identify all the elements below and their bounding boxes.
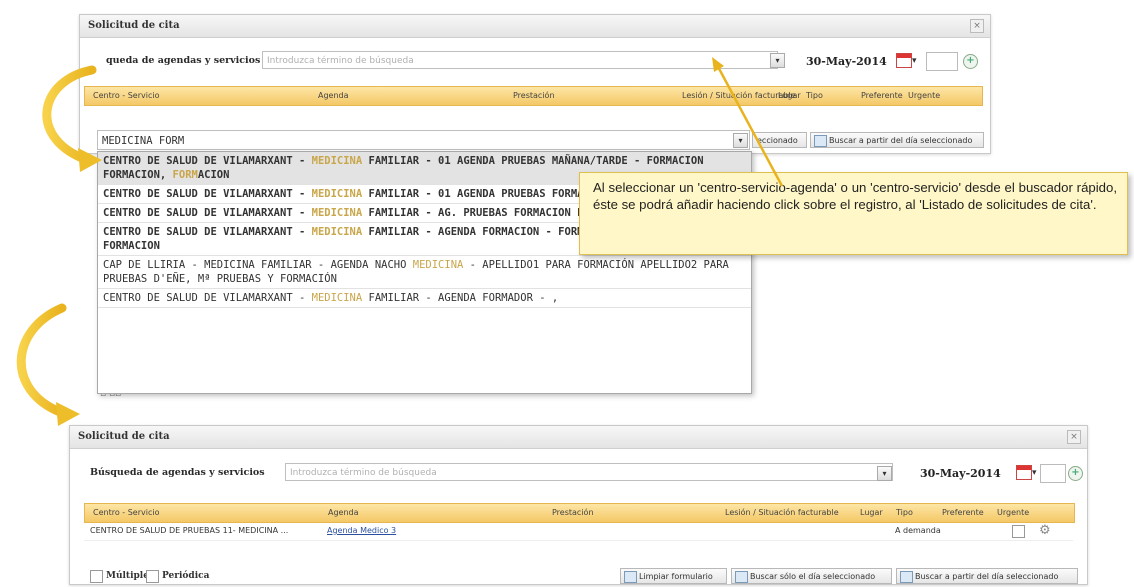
top-search-input[interactable]: Introduzca término de búsqueda <box>262 51 778 69</box>
clear-form-button[interactable]: Limpiar formulario <box>620 568 727 584</box>
multiple-checkbox[interactable] <box>90 570 103 583</box>
result-text: ACION <box>197 169 230 181</box>
row-urgente-checkbox[interactable] <box>1012 525 1025 538</box>
clear-form-label: Limpiar formulario <box>639 572 713 581</box>
result-highlight: MEDICINA <box>412 259 464 271</box>
row-tipo: A demanda <box>895 526 941 535</box>
result-text: CENTRO DE SALUD DE VILAMARXANT - <box>103 188 312 200</box>
top-search-label: queda de agendas y servicios <box>106 55 261 66</box>
calendar-arrow[interactable]: ▾ <box>1032 468 1037 478</box>
multiple-label: Múltiple <box>106 571 149 581</box>
top-table-header: Centro - Servicio Agenda Prestación Lesi… <box>84 86 983 106</box>
result-text: CAP DE LLIRIA - MEDICINA FAMILIAR - AGEN… <box>103 259 413 271</box>
top-search-dropdown-icon[interactable]: ▾ <box>770 53 785 68</box>
col-agenda[interactable]: Agenda <box>328 504 359 522</box>
result-highlight: MEDICINA <box>311 292 363 304</box>
col-tipo[interactable]: Tipo <box>896 504 913 522</box>
col-centro-servicio[interactable]: Centro - Servicio <box>93 504 159 522</box>
result-highlight: MEDICINA <box>311 207 363 219</box>
calendar-search-icon <box>814 135 827 147</box>
col-urgente[interactable]: Urgente <box>997 504 1029 522</box>
quick-search-input[interactable]: MEDICINA FORM <box>97 130 750 150</box>
bottom-quantity-input[interactable] <box>1040 464 1066 483</box>
search-only-day-label: Buscar sólo el día seleccionado <box>750 572 876 581</box>
search-selected-day-button[interactable]: eccionado <box>752 132 807 148</box>
quick-search-dropdown-icon[interactable]: ▾ <box>733 133 748 148</box>
col-tipo[interactable]: Tipo <box>806 87 823 105</box>
col-lugar[interactable]: Lugar <box>860 504 883 522</box>
col-prestacion[interactable]: Prestación <box>513 87 555 105</box>
result-text: CENTRO DE SALUD DE VILAMARXANT - <box>103 292 312 304</box>
col-lugar[interactable]: Lugar <box>778 87 801 105</box>
calendar-search-icon <box>900 571 913 583</box>
top-quantity-input[interactable] <box>926 52 958 71</box>
periodica-checkbox[interactable] <box>146 570 159 583</box>
add-circle-icon[interactable]: + <box>963 54 978 69</box>
gear-icon[interactable]: ⚙ <box>1039 523 1051 538</box>
search-from-selected-label: Buscar a partir del día seleccionado <box>829 136 973 145</box>
bottom-table-header: Centro - Servicio Agenda Prestación Lesi… <box>84 503 1075 523</box>
col-prestacion[interactable]: Prestación <box>552 504 594 522</box>
calendar-icon[interactable] <box>1016 465 1032 480</box>
col-centro-servicio[interactable]: Centro - Servicio <box>93 87 159 105</box>
bottom-date: 30-May-2014 <box>920 467 1001 480</box>
bottom-search-input[interactable]: Introduzca término de búsqueda <box>285 463 893 481</box>
periodica-label: Periódica <box>162 571 210 581</box>
col-lesion[interactable]: Lesión / Situación facturable <box>725 504 839 522</box>
search-from-selected-button[interactable]: Buscar a partir del día seleccionado <box>810 132 984 148</box>
trash-icon <box>624 571 637 583</box>
result-text: CENTRO DE SALUD DE VILAMARXANT - <box>103 226 312 238</box>
col-agenda[interactable]: Agenda <box>318 87 349 105</box>
close-icon[interactable]: × <box>970 19 984 33</box>
search-result-item[interactable]: CENTRO DE SALUD DE VILAMARXANT - MEDICIN… <box>98 289 751 308</box>
calendar-arrow[interactable]: ▾ <box>912 56 917 66</box>
help-tooltip: Al seleccionar un 'centro-servicio-agend… <box>579 172 1128 255</box>
close-icon[interactable]: × <box>1067 430 1081 444</box>
search-only-day-button[interactable]: Buscar sólo el día seleccionado <box>731 568 892 584</box>
result-text: FAMILIAR - AGENDA FORMADOR - , <box>362 292 559 304</box>
search-from-day-button[interactable]: Buscar a partir del día seleccionado <box>896 568 1078 584</box>
result-highlight: MEDICINA <box>311 155 363 167</box>
result-text: CENTRO DE SALUD DE VILAMARXANT - <box>103 207 312 219</box>
search-selected-day-label: eccionado <box>757 136 798 145</box>
top-panel-title: Solicitud de cita <box>88 20 180 31</box>
top-date: 30-May-2014 <box>806 55 887 68</box>
top-panel-title-bar: Solicitud de cita × <box>80 15 990 38</box>
col-preferente[interactable]: Preferente <box>942 504 984 522</box>
calendar-search-icon <box>735 571 748 583</box>
bottom-search-dropdown-icon[interactable]: ▾ <box>877 466 892 481</box>
bottom-panel-title: Solicitud de cita <box>78 431 170 442</box>
search-result-item[interactable]: CAP DE LLIRIA - MEDICINA FAMILIAR - AGEN… <box>98 256 751 289</box>
curved-arrow-bottom-head <box>56 402 80 426</box>
table-row[interactable]: CENTRO DE SALUD DE PRUEBAS 11- MEDICINA … <box>84 522 1073 541</box>
row-centro: CENTRO DE SALUD DE PRUEBAS 11- MEDICINA … <box>90 526 289 535</box>
col-urgente[interactable]: Urgente <box>908 87 940 105</box>
bottom-search-label: Búsqueda de agendas y servicios <box>90 467 265 478</box>
calendar-icon[interactable] <box>896 53 912 68</box>
result-highlight: MEDICINA <box>311 226 363 238</box>
add-circle-icon[interactable]: + <box>1068 466 1083 481</box>
row-agenda-link[interactable]: Agenda Medico 3 <box>327 526 396 535</box>
col-preferente[interactable]: Preferente <box>861 87 903 105</box>
result-text: CENTRO DE SALUD DE VILAMARXANT - <box>103 155 312 167</box>
result-highlight: FORM <box>172 169 198 181</box>
curved-arrow-bottom <box>16 303 67 417</box>
search-from-day-label: Buscar a partir del día seleccionado <box>915 572 1059 581</box>
result-highlight: MEDICINA <box>311 188 363 200</box>
bottom-panel-title-bar: Solicitud de cita × <box>70 426 1087 449</box>
